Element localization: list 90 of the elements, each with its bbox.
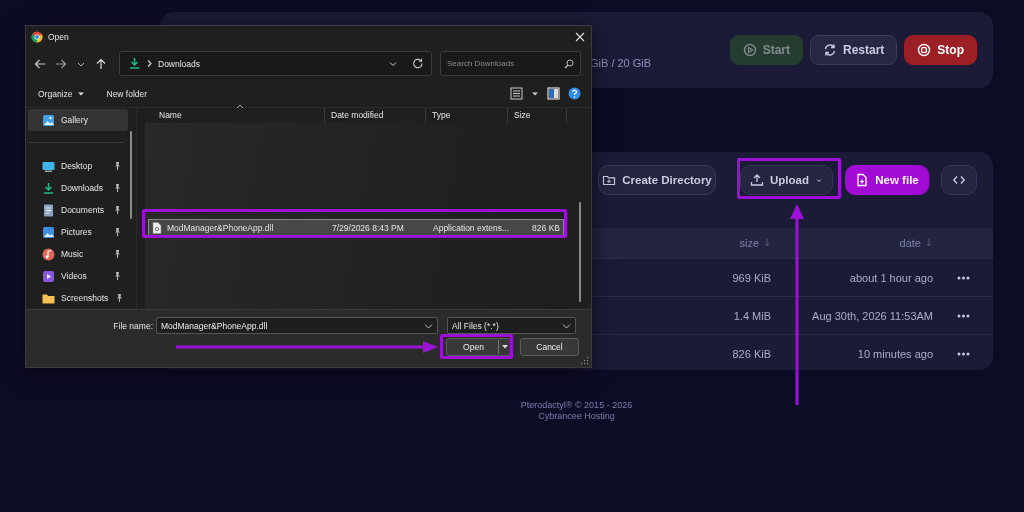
download-icon	[128, 57, 141, 70]
column-label: date	[899, 237, 921, 249]
desktop-icon	[42, 159, 55, 173]
column-label: size	[739, 237, 759, 249]
pin-icon	[112, 227, 122, 237]
restart-button[interactable]: Restart	[809, 35, 898, 65]
preview-pane-icon[interactable]	[547, 87, 560, 100]
pin-icon	[112, 249, 122, 259]
help-icon[interactable]	[568, 87, 581, 100]
pin-icon	[112, 161, 122, 171]
file-date: about 1 hour ago	[848, 271, 933, 284]
dialog-title: Open	[48, 31, 69, 42]
folder-plus-icon	[602, 173, 617, 187]
more-options-icon[interactable]	[956, 351, 970, 356]
file-type-dropdown[interactable]: All Files (*.*)	[447, 317, 576, 334]
gallery-icon	[42, 113, 55, 127]
new-file-button[interactable]: New file	[845, 165, 929, 195]
browser-logo-icon	[31, 30, 43, 43]
play-icon	[742, 43, 757, 57]
sidebar-item[interactable]: Screenshots	[26, 287, 128, 309]
footer-text: Pterodactyl® © 2015 - 2026	[519, 400, 634, 411]
more-options-icon[interactable]	[956, 313, 970, 318]
upload-icon	[750, 173, 764, 187]
sidebar-item[interactable]: Downloads	[26, 177, 128, 199]
file-name-input[interactable]: ModManager&PhoneApp.dll	[161, 318, 424, 333]
caret-icon	[815, 176, 823, 184]
scrollbar-thumb[interactable]	[130, 131, 132, 219]
file-size: 1.4 MiB	[732, 309, 771, 322]
search-icon[interactable]	[564, 58, 574, 69]
new-folder-button[interactable]: New folder	[106, 88, 148, 99]
sort-arrow-icon	[763, 238, 771, 248]
pin-icon	[112, 271, 122, 281]
caret-icon	[501, 345, 508, 349]
back-arrow-icon[interactable]	[34, 57, 46, 70]
folder-button[interactable]: Create Directory	[598, 165, 716, 195]
code-icon	[952, 173, 966, 187]
refresh-icon[interactable]	[412, 57, 424, 70]
sidebar-item[interactable]: Music	[26, 243, 128, 265]
stop-button[interactable]: Stop	[904, 35, 977, 65]
sidebar-item[interactable]: Pictures	[26, 221, 128, 243]
file-date: 7/29/2026 8:43 PM	[332, 222, 405, 233]
close-icon[interactable]	[575, 31, 585, 42]
sidebar-item[interactable]: Desktop	[26, 155, 128, 177]
stop-icon	[917, 43, 932, 57]
chevron-down-icon	[424, 321, 433, 330]
field-label: File name:	[112, 320, 154, 331]
search-box[interactable]: Search Downloads	[440, 51, 581, 76]
breadcrumb-item[interactable]: Downloads	[158, 58, 201, 69]
column-header[interactable]: date	[771, 237, 933, 249]
sidebar-item[interactable]: Documents	[26, 199, 128, 221]
sidebar-item[interactable]: Gallery	[28, 109, 128, 131]
list-view-icon[interactable]	[510, 87, 523, 100]
file-name-box[interactable]: ModManager&PhoneApp.dll	[156, 317, 438, 334]
file-size: 826 KiB	[731, 347, 771, 360]
download-icon	[42, 181, 55, 195]
file-icon	[152, 221, 162, 234]
more-options-icon[interactable]	[956, 275, 970, 280]
chevron-down-icon	[562, 321, 571, 330]
restart-icon	[822, 43, 837, 57]
forward-arrow-icon[interactable]	[55, 57, 67, 70]
resize-grip-icon[interactable]	[581, 357, 589, 365]
file-date: 10 minutes ago	[856, 347, 933, 360]
search-input[interactable]: Search Downloads	[447, 52, 564, 75]
file-name: ModManager&PhoneApp.dll	[167, 222, 274, 233]
footer-text: Cybrancee Hosting	[537, 411, 616, 422]
document-icon	[42, 203, 55, 217]
cancel-button[interactable]: Cancel	[520, 338, 579, 356]
file-date: Aug 30th, 2026 11:53AM	[811, 309, 933, 322]
file-size: 969 KiB	[731, 271, 771, 284]
pin-icon	[112, 205, 122, 215]
up-arrow-icon[interactable]	[95, 57, 107, 70]
address-bar[interactable]: Downloads	[119, 51, 432, 76]
file-plus-icon	[855, 173, 870, 187]
pin-icon	[112, 183, 122, 193]
music-icon	[42, 247, 55, 261]
code-view-button[interactable]	[941, 165, 977, 195]
organize-menu[interactable]: Organize	[38, 88, 73, 99]
sidebar-item[interactable]: Videos	[26, 265, 128, 287]
open-button[interactable]: Open	[446, 338, 511, 356]
pictures-icon	[42, 225, 55, 239]
sort-caret-icon	[236, 104, 244, 109]
sort-arrow-icon	[925, 238, 933, 248]
video-icon	[42, 269, 55, 283]
scrollbar-thumb[interactable]	[579, 202, 581, 302]
file-type: Application extens...	[433, 222, 511, 233]
upload-button[interactable]: Upload	[740, 165, 833, 195]
pin-icon	[114, 293, 125, 303]
column-header[interactable]: size	[671, 237, 771, 249]
chevron-right-icon	[146, 59, 153, 68]
file-size: 826 KB	[531, 222, 561, 233]
